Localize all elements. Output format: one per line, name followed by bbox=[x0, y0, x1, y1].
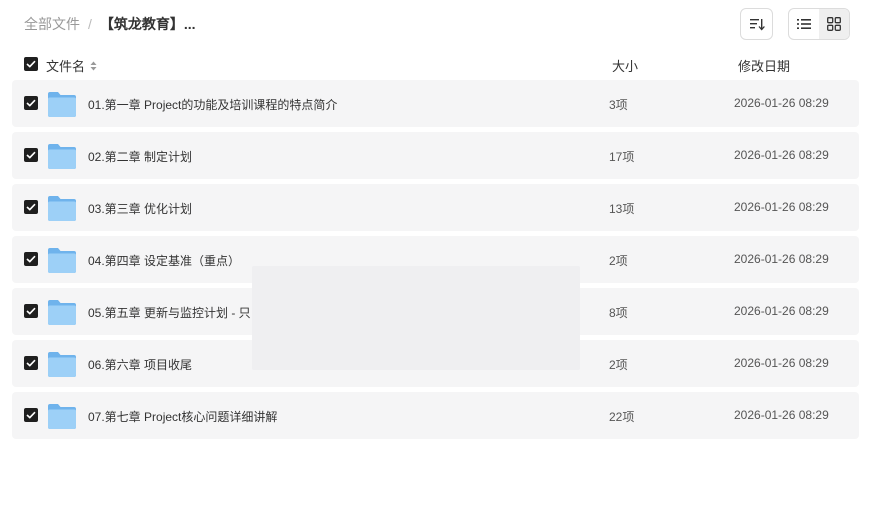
breadcrumb-root[interactable]: 全部文件 bbox=[24, 14, 80, 34]
check-icon bbox=[26, 255, 36, 263]
sort-button[interactable] bbox=[740, 8, 773, 40]
sort-lines-icon bbox=[749, 19, 765, 31]
table-header: 文件名 大小 修改日期 bbox=[12, 50, 859, 78]
column-header-date[interactable]: 修改日期 bbox=[738, 56, 790, 75]
breadcrumb-separator: / bbox=[88, 16, 92, 32]
grid-view-button[interactable] bbox=[819, 9, 849, 39]
table-row[interactable]: 01.第一章 Project的功能及培训课程的特点简介 3项 2026-01-2… bbox=[12, 80, 859, 127]
file-name[interactable]: 06.第六章 项目收尾 bbox=[88, 356, 192, 373]
breadcrumb: 全部文件 / 【筑龙教育】... bbox=[24, 14, 196, 34]
file-name[interactable]: 05.第五章 更新与监控计划 - 只 bbox=[88, 304, 251, 321]
check-icon bbox=[26, 99, 36, 107]
row-checkbox[interactable] bbox=[24, 96, 38, 110]
check-icon bbox=[26, 411, 36, 419]
check-icon bbox=[26, 151, 36, 159]
folder-icon bbox=[48, 248, 76, 273]
table-row[interactable]: 07.第七章 Project核心问题详细讲解 22项 2026-01-26 08… bbox=[12, 392, 859, 439]
list-view-button[interactable] bbox=[789, 9, 819, 39]
file-size: 2项 bbox=[609, 254, 628, 268]
file-name[interactable]: 03.第三章 优化计划 bbox=[88, 200, 192, 217]
folder-icon bbox=[48, 92, 76, 117]
modified-date: 2026-01-26 08:29 bbox=[734, 356, 829, 370]
file-name[interactable]: 01.第一章 Project的功能及培训课程的特点简介 bbox=[88, 96, 337, 113]
file-size: 17项 bbox=[609, 150, 635, 164]
modified-date: 2026-01-26 08:29 bbox=[734, 148, 829, 162]
file-size: 13项 bbox=[609, 202, 635, 216]
modified-date: 2026-01-26 08:29 bbox=[734, 96, 829, 110]
breadcrumb-current: 【筑龙教育】... bbox=[99, 16, 196, 32]
row-checkbox[interactable] bbox=[24, 252, 38, 266]
check-icon bbox=[26, 359, 36, 367]
list-view-icon bbox=[797, 19, 811, 29]
modified-date: 2026-01-26 08:29 bbox=[734, 252, 829, 266]
folder-icon bbox=[48, 196, 76, 221]
file-size: 3项 bbox=[609, 98, 628, 112]
sort-caret-icon bbox=[90, 61, 97, 71]
row-checkbox[interactable] bbox=[24, 356, 38, 370]
check-icon bbox=[26, 60, 36, 68]
blur-overlay bbox=[252, 266, 580, 370]
column-header-name-label: 文件名 bbox=[46, 59, 86, 74]
grid-view-icon bbox=[827, 17, 841, 31]
row-checkbox[interactable] bbox=[24, 304, 38, 318]
file-size: 22项 bbox=[609, 410, 635, 424]
column-header-size[interactable]: 大小 bbox=[612, 56, 638, 75]
check-icon bbox=[26, 307, 36, 315]
file-name[interactable]: 07.第七章 Project核心问题详细讲解 bbox=[88, 408, 277, 425]
table-row[interactable]: 03.第三章 优化计划 13项 2026-01-26 08:29 bbox=[12, 184, 859, 231]
folder-icon bbox=[48, 352, 76, 377]
row-checkbox[interactable] bbox=[24, 408, 38, 422]
modified-date: 2026-01-26 08:29 bbox=[734, 200, 829, 214]
file-name[interactable]: 04.第四章 设定基准（重点） bbox=[88, 252, 240, 269]
file-name[interactable]: 02.第二章 制定计划 bbox=[88, 148, 192, 165]
folder-icon bbox=[48, 300, 76, 325]
view-toggle bbox=[788, 8, 850, 40]
column-header-name[interactable]: 文件名 bbox=[46, 56, 97, 75]
file-size: 2项 bbox=[609, 358, 628, 372]
modified-date: 2026-01-26 08:29 bbox=[734, 304, 829, 318]
file-size: 8项 bbox=[609, 306, 628, 320]
folder-icon bbox=[48, 404, 76, 429]
folder-icon bbox=[48, 144, 76, 169]
table-row[interactable]: 02.第二章 制定计划 17项 2026-01-26 08:29 bbox=[12, 132, 859, 179]
check-icon bbox=[26, 203, 36, 211]
select-all-checkbox[interactable] bbox=[24, 57, 38, 71]
row-checkbox[interactable] bbox=[24, 148, 38, 162]
modified-date: 2026-01-26 08:29 bbox=[734, 408, 829, 422]
row-checkbox[interactable] bbox=[24, 200, 38, 214]
